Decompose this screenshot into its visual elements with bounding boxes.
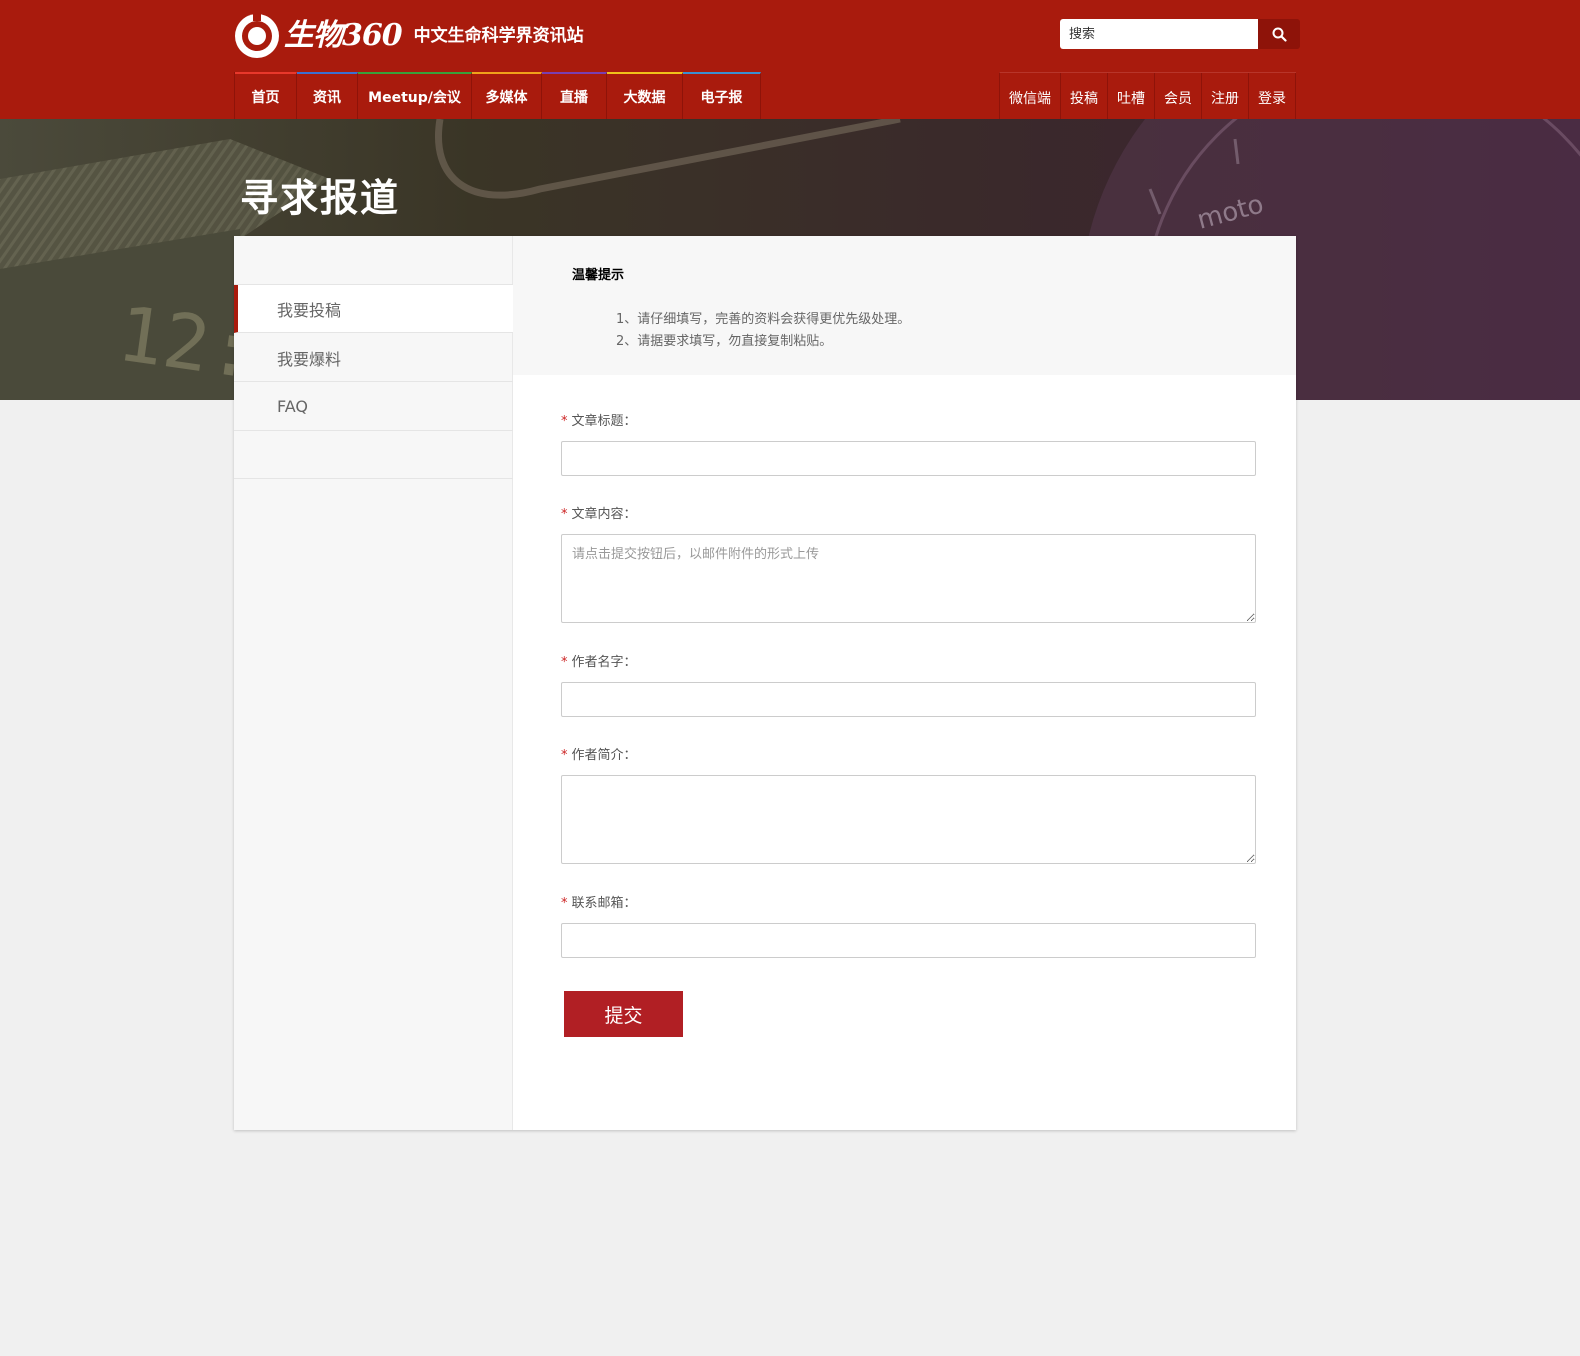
search-icon [1272, 27, 1287, 42]
required-mark: * [561, 748, 568, 763]
required-mark: * [561, 655, 568, 670]
main-nav: 首页 资讯 Meetup/会议 多媒体 直播 大数据 电子报 [234, 72, 761, 119]
nav-item-news[interactable]: 资讯 [297, 72, 358, 119]
nav-item-register[interactable]: 注册 [1202, 73, 1249, 119]
search-button[interactable] [1258, 19, 1300, 49]
sidebar-item-label: 我要投稿 [277, 300, 342, 320]
title-input[interactable] [561, 441, 1256, 476]
label-text: 作者简介： [571, 748, 637, 763]
content-card: 我要投稿 我要爆料 FAQ 温馨提示 1、请仔细填写，完善的资料会获得更优先级处… [234, 236, 1296, 1130]
nav-label: 大数据 [623, 89, 666, 106]
notice-panel: 温馨提示 1、请仔细填写，完善的资料会获得更优先级处理。 2、请据要求填写，勿直… [513, 236, 1296, 375]
author-input[interactable] [561, 682, 1256, 717]
nav-label: 资讯 [313, 89, 341, 106]
sidebar-item-tipoff[interactable]: 我要爆料 [234, 334, 513, 382]
author-label: * 作者名字： [561, 651, 637, 670]
sidebar-item-submit[interactable]: 我要投稿 [234, 285, 513, 333]
logo-text: 生物360 [284, 18, 403, 53]
search-box [1060, 19, 1300, 49]
content-label: * 文章内容： [561, 503, 637, 522]
label-text: 作者名字： [571, 655, 637, 670]
nav-label: 首页 [251, 89, 280, 106]
user-nav: 微信端 投稿 吐槽 会员 注册 登录 [999, 72, 1296, 119]
required-mark: * [561, 414, 568, 429]
nav-item-newsletter[interactable]: 电子报 [683, 72, 761, 119]
title-label: * 文章标题： [561, 410, 637, 429]
required-mark: * [561, 896, 568, 911]
nav-label: 多媒体 [485, 89, 528, 106]
nav-item-feedback[interactable]: 吐槽 [1108, 73, 1155, 119]
label-text: 联系邮箱： [571, 896, 637, 911]
required-mark: * [561, 507, 568, 522]
nav-item-bigdata[interactable]: 大数据 [607, 72, 683, 119]
site-logo[interactable]: 生物360 中文生命科学界资讯站 [234, 12, 584, 60]
nav-item-meetup[interactable]: Meetup/会议 [358, 72, 472, 119]
sidebar-item-label: FAQ [277, 397, 308, 416]
notice-title: 温馨提示 [572, 268, 625, 283]
nav-item-multimedia[interactable]: 多媒体 [472, 72, 542, 119]
logo-target-icon [235, 13, 279, 58]
nav-label: Meetup/会议 [368, 89, 461, 106]
label-text: 文章标题： [571, 414, 637, 429]
nav-item-login[interactable]: 登录 [1249, 73, 1296, 119]
nav-item-home[interactable]: 首页 [235, 72, 297, 119]
sidebar-divider [234, 478, 513, 479]
bio-textarea[interactable] [561, 775, 1256, 864]
site-tagline: 中文生命科学界资讯站 [413, 26, 584, 46]
notice-line: 2、请据要求填写，勿直接复制粘贴。 [616, 334, 833, 349]
bio-label: * 作者简介： [561, 744, 637, 763]
email-label: * 联系邮箱： [561, 892, 637, 911]
nav-item-wechat[interactable]: 微信端 [1000, 73, 1061, 119]
notice-line: 1、请仔细填写，完善的资料会获得更优先级处理。 [616, 312, 911, 327]
sidebar-item-faq[interactable]: FAQ [234, 383, 513, 431]
search-input[interactable] [1060, 19, 1258, 49]
label-text: 文章内容： [571, 507, 637, 522]
sidebar: 我要投稿 我要爆料 FAQ [234, 236, 513, 1130]
nav-label: 直播 [560, 89, 588, 106]
page-title: 寻求报道 [240, 176, 401, 220]
site-header: 生物360 中文生命科学界资讯站 首页 资讯 Meetup/会议 多媒体 直播 … [0, 0, 1580, 119]
nav-item-submit[interactable]: 投稿 [1061, 73, 1108, 119]
sidebar-item-label: 我要爆料 [277, 349, 342, 369]
nav-item-member[interactable]: 会员 [1155, 73, 1202, 119]
content-textarea[interactable] [561, 534, 1256, 623]
nav-label: 电子报 [700, 89, 743, 106]
submit-button[interactable]: 提交 [564, 991, 683, 1037]
nav-item-live[interactable]: 直播 [542, 72, 607, 119]
email-input[interactable] [561, 923, 1256, 958]
